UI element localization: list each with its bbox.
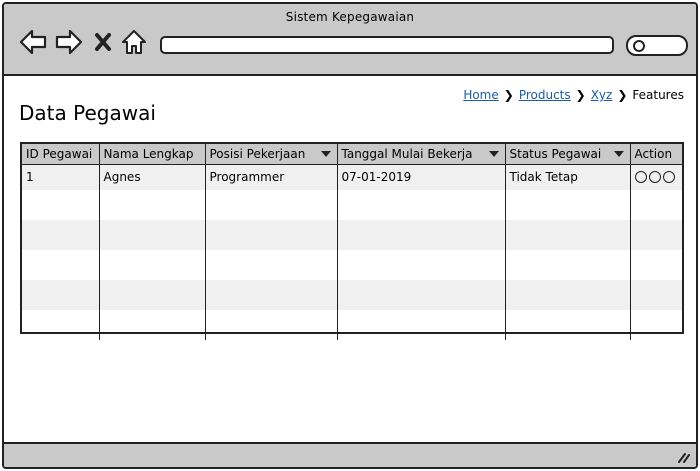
chevron-right-icon: ❯ bbox=[617, 88, 628, 102]
table-row[interactable] bbox=[22, 220, 682, 250]
column-header-id[interactable]: ID Pegawai bbox=[22, 144, 100, 165]
window-title: Sistem Kepegawaian bbox=[285, 10, 415, 24]
cell-position bbox=[205, 190, 338, 220]
cell-start-date bbox=[337, 280, 506, 310]
breadcrumb-home[interactable]: Home bbox=[463, 88, 498, 102]
stop-button[interactable] bbox=[92, 28, 114, 56]
column-header-action: Action bbox=[630, 144, 682, 165]
cell-action bbox=[630, 190, 682, 220]
cell-position bbox=[205, 310, 338, 340]
cell-status bbox=[505, 190, 631, 220]
sort-down-icon[interactable] bbox=[320, 151, 331, 157]
breadcrumb-xyz[interactable]: Xyz bbox=[591, 88, 613, 102]
sort-down-icon[interactable] bbox=[488, 151, 499, 157]
status-bar bbox=[4, 442, 696, 467]
arrow-left-icon bbox=[19, 29, 47, 55]
column-header-status[interactable]: Status Pegawai bbox=[505, 144, 631, 165]
cell-start-date bbox=[337, 190, 506, 220]
back-button[interactable] bbox=[18, 28, 48, 56]
action-icons bbox=[634, 171, 679, 184]
home-button[interactable] bbox=[120, 28, 148, 56]
cell-name bbox=[99, 250, 206, 280]
cell-name: Agnes bbox=[99, 164, 206, 190]
table-header-row: ID Pegawai Nama Lengkap Posisi Pekerjaan… bbox=[22, 144, 682, 165]
table-row[interactable]: 1 Agnes Programmer 07-01-2019 Tidak Teta… bbox=[22, 164, 682, 190]
cell-status: Tidak Tetap bbox=[505, 164, 631, 190]
cell-status bbox=[505, 250, 631, 280]
sort-down-icon[interactable] bbox=[613, 151, 624, 157]
cell-start-date bbox=[337, 310, 506, 340]
page-content: Home ❯ Products ❯ Xyz ❯ Features Data Pe… bbox=[4, 76, 696, 442]
cell-action bbox=[630, 250, 682, 280]
cell-status bbox=[505, 280, 631, 310]
column-header-start-date[interactable]: Tanggal Mulai Bekerja bbox=[337, 144, 506, 165]
cell-id bbox=[22, 280, 100, 310]
cell-name bbox=[99, 310, 206, 340]
breadcrumb-products[interactable]: Products bbox=[519, 88, 571, 102]
url-input[interactable] bbox=[160, 36, 614, 54]
breadcrumb-current: Features bbox=[632, 88, 684, 102]
title-bar: Sistem Kepegawaian bbox=[4, 4, 696, 76]
cell-id bbox=[22, 250, 100, 280]
circle-icon[interactable] bbox=[662, 171, 675, 184]
browser-window: Sistem Kepegawaian Home ❯ Products ❯ Xyz… bbox=[2, 2, 698, 469]
chevron-right-icon: ❯ bbox=[503, 88, 514, 102]
cell-status bbox=[505, 310, 631, 340]
cell-position bbox=[205, 220, 338, 250]
cell-id: 1 bbox=[22, 164, 100, 190]
close-icon bbox=[95, 33, 111, 51]
employee-table: ID Pegawai Nama Lengkap Posisi Pekerjaan… bbox=[20, 142, 684, 340]
breadcrumb: Home ❯ Products ❯ Xyz ❯ Features bbox=[463, 88, 684, 102]
cell-action bbox=[630, 220, 682, 250]
chevron-right-icon: ❯ bbox=[575, 88, 586, 102]
resize-grip-icon[interactable] bbox=[676, 451, 690, 463]
cell-status bbox=[505, 220, 631, 250]
cell-id bbox=[22, 190, 100, 220]
cell-name bbox=[99, 220, 206, 250]
cell-action bbox=[630, 310, 682, 340]
cell-action bbox=[630, 164, 682, 190]
search-input[interactable] bbox=[626, 35, 688, 56]
home-icon bbox=[122, 30, 146, 54]
cell-name bbox=[99, 190, 206, 220]
column-header-name[interactable]: Nama Lengkap bbox=[99, 144, 206, 165]
circle-icon[interactable] bbox=[648, 171, 661, 184]
page-title: Data Pegawai bbox=[19, 101, 156, 125]
cell-name bbox=[99, 280, 206, 310]
cell-start-date bbox=[337, 250, 506, 280]
circle-icon[interactable] bbox=[634, 171, 647, 184]
table-row[interactable] bbox=[22, 310, 682, 340]
arrow-right-icon bbox=[55, 29, 83, 55]
cell-start-date bbox=[337, 220, 506, 250]
table-row[interactable] bbox=[22, 250, 682, 280]
cell-id bbox=[22, 220, 100, 250]
search-icon bbox=[633, 40, 645, 52]
column-header-position[interactable]: Posisi Pekerjaan bbox=[205, 144, 338, 165]
cell-position: Programmer bbox=[205, 164, 338, 190]
table-row[interactable] bbox=[22, 280, 682, 310]
table-row[interactable] bbox=[22, 190, 682, 220]
cell-position bbox=[205, 280, 338, 310]
cell-position bbox=[205, 250, 338, 280]
forward-button[interactable] bbox=[54, 28, 84, 56]
cell-id bbox=[22, 310, 100, 340]
cell-start-date: 07-01-2019 bbox=[337, 164, 506, 190]
cell-action bbox=[630, 280, 682, 310]
